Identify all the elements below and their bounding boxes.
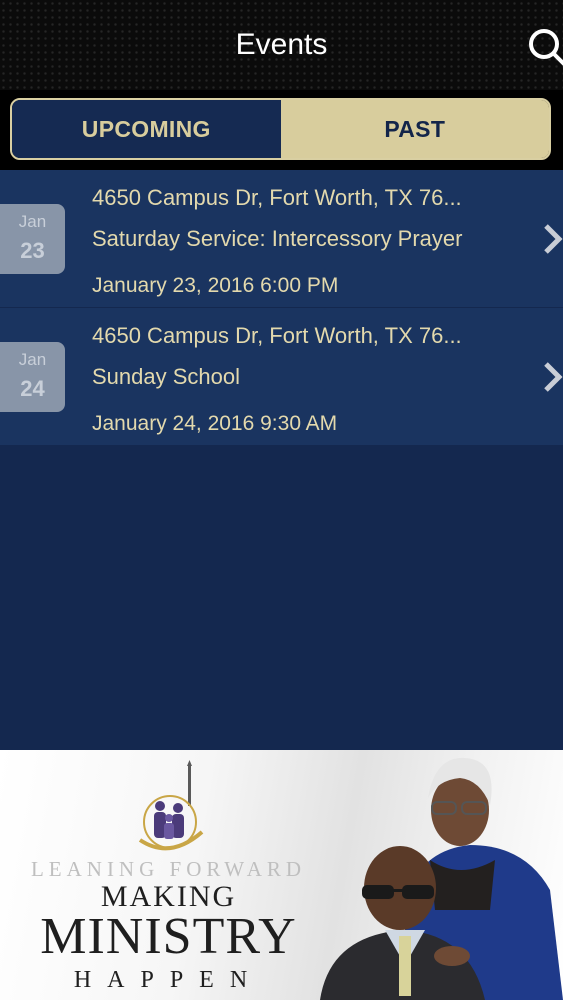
tab-bar: UPCOMING PAST [0,90,563,170]
event-name: Sunday School [92,364,240,389]
event-datetime: January 23, 2016 6:00 PM [92,274,339,297]
chevron-right-icon [544,362,563,392]
promo-banner[interactable]: LEANING FORWARD MAKING MINISTRY HAPPEN [0,750,563,1000]
event-address: 4650 Campus Dr, Fort Worth, TX 76... [92,185,462,210]
pastors-photo [320,757,563,1000]
tab-upcoming[interactable]: UPCOMING [12,100,281,158]
event-datetime: January 24, 2016 9:30 AM [92,412,338,435]
tab-past[interactable]: PAST [280,100,549,158]
date-month: Jan [18,350,47,369]
event-name: Saturday Service: Intercessory Prayer [92,226,463,251]
date-badge: Jan 23 [0,204,65,274]
banner-leaning-text: LEANING FORWARD [30,857,307,881]
banner-happen-text: HAPPEN [73,967,264,993]
date-badge: Jan 24 [0,342,65,412]
page-title: Events [235,28,328,61]
segmented-control: UPCOMING PAST [10,98,551,160]
event-row[interactable]: Jan 24 4650 Campus Dr, Fort Worth, TX 76… [0,307,563,445]
ministry-logo [138,760,204,851]
banner-ministry-text: MINISTRY [40,908,297,965]
event-list: Jan 23 4650 Campus Dr, Fort Worth, TX 76… [0,170,563,445]
event-address: 4650 Campus Dr, Fort Worth, TX 76... [92,323,462,348]
chevron-right-icon [544,224,563,254]
search-button[interactable] [524,24,563,68]
event-row[interactable]: Jan 23 4650 Campus Dr, Fort Worth, TX 76… [0,170,563,307]
date-day: 24 [20,376,45,401]
date-month: Jan [18,212,47,231]
date-day: 23 [20,238,45,263]
search-icon [529,29,563,66]
app-header: Events [0,0,563,90]
